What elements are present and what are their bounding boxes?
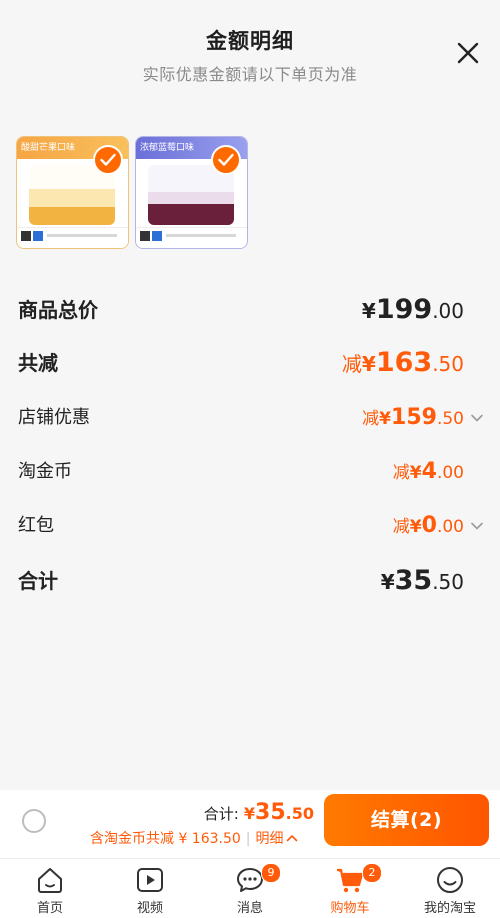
bottom-total: 合计: ¥35.50 [204,800,314,825]
amount-dec: .00 [436,517,464,537]
checkout-button[interactable]: 结算(2) [324,794,489,846]
close-button[interactable] [455,40,481,66]
row-taojinbi: 淘金币 减¥4.00 [0,454,500,490]
row-amount: 减¥4.00 [393,454,464,491]
yen-sign: ¥ [409,517,422,537]
amount-detail-sheet: 金额明细 实际优惠金额请以下单页为准 酸甜芒果口味 浓郁蓝莓口味 商品总价 ¥1… [0,0,500,790]
amount-dec: .50 [432,352,464,376]
amount-int: 4 [421,459,437,484]
yen-sign: ¥ [243,804,256,823]
total-int: 35 [255,800,286,825]
total-dec: .50 [285,804,314,823]
product-thumb-footer [17,227,128,248]
detail-label: 明细 [255,831,284,847]
tab-video[interactable]: 视频 [100,859,200,918]
row-label: 合计 [18,569,58,593]
amount-int: 199 [375,294,433,325]
tab-label: 视频 [136,901,163,916]
message-badge: 9 [261,863,281,883]
amount-dec: .50 [436,409,464,429]
home-icon [38,868,62,893]
product-thumb-footer [136,227,247,248]
tab-profile[interactable]: 我的淘宝 [400,859,500,918]
page-subtitle: 实际优惠金额请以下单页为准 [142,65,358,84]
close-icon [457,42,479,64]
yen-sign: ¥ [409,463,422,483]
saving-text: 含淘金币共减 ¥ 163.50 [90,831,241,847]
row-total-price: 商品总价 ¥199.00 [0,292,500,328]
video-icon [137,868,163,892]
row-amount: ¥199.00 [362,292,464,331]
chevron-down-icon[interactable] [470,411,484,425]
chevron-down-icon[interactable] [470,519,484,533]
amount-dec: .00 [432,299,464,323]
tab-home[interactable]: 首页 [0,859,100,918]
separator: | [245,831,251,847]
row-label: 店铺优惠 [18,407,90,428]
amount-dec: .50 [432,570,464,594]
checkout-bar: 合计: ¥35.50 含淘金币共减 ¥ 163.50 | 明细 结算(2) [0,790,500,858]
row-subtotal: 合计 ¥35.50 [0,563,500,599]
row-label: 共减 [18,351,58,375]
profile-icon [437,867,463,893]
chevron-up-icon [286,834,297,842]
amount-int: 163 [375,347,433,378]
minus-prefix: 减 [362,409,380,429]
cart-icon [337,868,364,893]
minus-prefix: 减 [341,352,362,376]
row-label: 红包 [18,515,54,536]
yen-sign: ¥ [379,409,392,429]
selected-check-icon[interactable] [93,145,123,175]
tab-label: 首页 [36,901,63,916]
tab-label: 我的淘宝 [423,901,476,916]
minus-prefix: 减 [392,463,410,483]
row-amount: ¥35.50 [381,563,464,602]
row-label: 商品总价 [18,298,98,322]
row-red-packet[interactable]: 红包 减¥0.00 [0,508,500,544]
detail-toggle[interactable]: 明细 [256,831,298,847]
row-shop-discount[interactable]: 店铺优惠 减¥159.50 [0,400,500,436]
selected-check-icon[interactable] [211,145,241,175]
bottom-tab-bar: 首页 视频 9 消息 2 购物车 我的淘宝 [0,858,500,918]
amount-int: 35 [394,565,433,596]
tab-messages[interactable]: 9 消息 [200,859,300,918]
tab-label: 消息 [236,901,263,916]
tab-label: 购物车 [330,901,370,916]
yen-sign: ¥ [361,299,376,323]
amount-int: 0 [421,513,437,538]
page-title: 金额明细 [206,29,294,53]
total-label: 合计: [203,805,239,823]
yen-sign: ¥ [380,570,395,594]
row-amount: 减¥0.00 [393,508,464,545]
row-amount: 减¥163.50 [342,345,464,384]
cart-badge: 2 [362,863,382,883]
saving-summary: 含淘金币共减 ¥ 163.50 | 明细 [90,828,298,848]
amount-int: 159 [391,405,437,430]
row-label: 淘金币 [18,461,72,482]
row-total-discount: 共减 减¥163.50 [0,345,500,381]
tab-cart[interactable]: 2 购物车 [300,859,400,918]
amount-dec: .00 [436,463,464,483]
minus-prefix: 减 [392,517,410,537]
row-amount: 减¥159.50 [362,400,464,437]
yen-sign: ¥ [361,352,376,376]
select-all-radio[interactable] [22,809,46,833]
